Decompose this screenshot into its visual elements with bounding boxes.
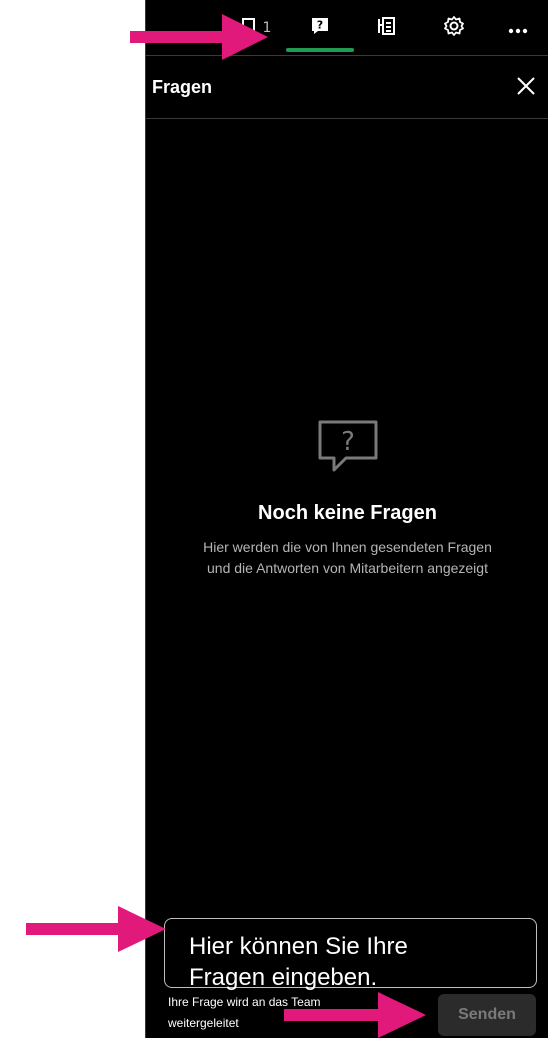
notes-button[interactable] xyxy=(370,14,402,42)
empty-state-description-line2: und die Antworten von Mitarbeitern angez… xyxy=(207,560,488,576)
more-icon xyxy=(508,19,528,38)
close-icon xyxy=(513,77,539,103)
send-button[interactable]: Senden xyxy=(438,994,536,1036)
annotation-arrow-send xyxy=(284,992,426,1038)
close-button[interactable] xyxy=(513,73,539,99)
panel-header: Fragen xyxy=(146,57,548,119)
more-button[interactable] xyxy=(502,14,534,42)
svg-text:?: ? xyxy=(317,19,323,32)
active-tab-indicator xyxy=(286,48,354,52)
empty-state: ? Noch keine Fragen Hier werden die von … xyxy=(146,418,548,579)
questions-icon: ? xyxy=(309,15,331,41)
notes-icon xyxy=(375,15,397,41)
questions-tab[interactable]: ? xyxy=(304,14,336,42)
panel-title: Fragen xyxy=(152,77,213,97)
settings-icon xyxy=(443,15,465,41)
svg-text:?: ? xyxy=(341,427,355,457)
question-input-text: Hier können Sie Ihre Fragen eingeben. xyxy=(189,933,408,991)
question-input[interactable]: Hier können Sie Ihre Fragen eingeben. xyxy=(164,918,537,991)
screenshot-page: 1 ? Fragen ? Noch keine Fragen Hier werd… xyxy=(0,0,548,1038)
empty-state-description: Hier werden die von Ihnen gesendeten Fra… xyxy=(146,537,548,579)
empty-state-description-line1: Hier werden die von Ihnen gesendeten Fra… xyxy=(203,539,492,555)
empty-state-title: Noch keine Fragen xyxy=(258,502,437,524)
annotation-arrow-input xyxy=(26,906,166,952)
annotation-arrow-toolbar xyxy=(130,14,268,60)
question-bubble-icon: ? xyxy=(316,418,380,474)
settings-button[interactable] xyxy=(438,14,470,42)
questions-panel: 1 ? Fragen ? Noch keine Fragen Hier werd… xyxy=(145,0,548,1038)
